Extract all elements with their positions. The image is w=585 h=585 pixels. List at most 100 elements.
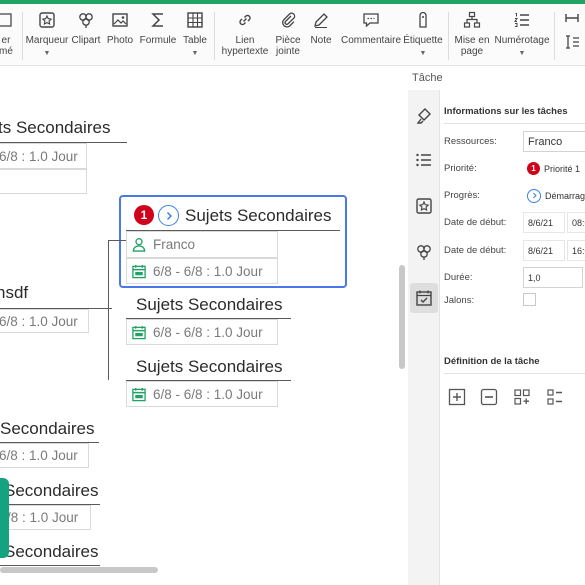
info-text: Franco [153, 237, 196, 252]
divider [554, 12, 555, 60]
ribbon-label: Photo [106, 35, 134, 46]
field-value: 1,0 [528, 272, 541, 283]
formula-button[interactable]: Formule [138, 8, 178, 64]
clipart-tab[interactable] [412, 240, 436, 264]
tag-icon [419, 11, 427, 28]
numbering-button[interactable]: Numérotage ▼ [494, 8, 550, 64]
topic-label[interactable]: Sujets Secondaires [136, 295, 282, 315]
task-list-button[interactable] [545, 387, 565, 407]
table-icon [187, 12, 203, 28]
progress-select[interactable]: Démarrag [523, 185, 585, 206]
topic-label[interactable]: Secondaires [4, 542, 99, 562]
mindmap-app: er mé Marqueur ▼ Clipart Photo Formule T… [0, 0, 585, 585]
list-box-icon [547, 389, 562, 405]
list-icon [416, 153, 431, 167]
clipart-button[interactable]: Clipart [70, 8, 102, 64]
hyperlink-button[interactable]: Lien hypertexte [218, 8, 272, 64]
task-date-info[interactable]: 6/8 - 6/8 : 1.0 Jour [126, 381, 278, 407]
ribbon-label: Table [183, 35, 207, 46]
grid-plus-icon [514, 389, 530, 405]
task-info-blank [0, 169, 87, 194]
task-tab[interactable] [410, 283, 438, 313]
sigma-icon [151, 13, 163, 27]
attachment-button[interactable]: Pièce jointe [272, 8, 304, 64]
field-value: 8/6/21 [528, 217, 554, 228]
partial-icon [0, 13, 12, 27]
ribbon-partial-button[interactable]: er mé [0, 8, 18, 64]
task-date-info[interactable]: 6/8 - 6/8 : 1.0 Jour [126, 319, 278, 345]
progress-start-icon [527, 188, 541, 203]
end-date-field[interactable]: 8/6/21 [523, 240, 565, 261]
layout-button[interactable]: Mise en page [452, 8, 492, 64]
task-date-info[interactable]: 6/8 : 1.0 Jour [0, 443, 89, 468]
outline-tab[interactable] [412, 148, 436, 172]
info-text: 6/8 : 1.0 Jour [0, 448, 78, 463]
numbered-list-icon [514, 13, 529, 27]
clipart-icon [79, 13, 93, 28]
topic-label[interactable]: ts Secondaires [0, 118, 110, 138]
marker-button[interactable]: Marqueur ▼ [24, 8, 70, 64]
ribbon-label: Lien hypertexte [221, 35, 269, 57]
topic-label[interactable]: Secondaires [0, 419, 95, 439]
ribbon-label: Mise en page [454, 35, 490, 57]
photo-button[interactable]: Photo [104, 8, 136, 64]
add-task-button[interactable] [447, 387, 467, 407]
chevron-down-icon: ▼ [518, 50, 526, 57]
topic-label[interactable]: nsdf [0, 283, 28, 303]
pen-icon [314, 13, 328, 28]
task-date-info[interactable]: /8 : 1.0 Jour [2, 505, 91, 530]
task-date-info[interactable]: 6/8 - 6/8 : 1.0 Jour [126, 258, 278, 284]
start-date-field[interactable]: 8/6/21 [523, 212, 565, 233]
divider [444, 373, 585, 374]
side-handle[interactable] [0, 478, 9, 558]
field-value: Franco [528, 135, 563, 148]
ribbon-extra-button[interactable] [558, 8, 585, 64]
field-value: 8/6/21 [528, 245, 554, 256]
resource-info[interactable]: Franco [126, 231, 278, 258]
remove-task-button[interactable] [479, 387, 499, 407]
chevron-down-icon: ▼ [43, 50, 51, 57]
field-value: 08:0 [572, 217, 585, 228]
note-button[interactable]: Note [306, 8, 336, 64]
topic-label[interactable]: Secondaires [4, 481, 99, 501]
branch-connector [108, 318, 109, 380]
branch-link [108, 240, 126, 241]
topic-label[interactable]: Sujets Secondaires [185, 206, 331, 226]
milestone-checkbox[interactable] [523, 293, 536, 306]
marker-icon [39, 12, 55, 28]
duration-field[interactable]: 1,0 [523, 267, 583, 288]
resources-field[interactable]: Franco [523, 131, 585, 152]
label-button[interactable]: Étiquette ▼ [402, 8, 444, 64]
priority-select[interactable]: 1 Priorité 1 [523, 158, 585, 179]
format-tab[interactable] [412, 104, 436, 128]
chevron-down-icon: ▼ [191, 50, 199, 57]
marker-tab[interactable] [412, 194, 436, 218]
ribbon-label: Commentaire [340, 35, 402, 46]
info-text: 6/8 : 1.0 Jour [0, 313, 78, 329]
progress-icon[interactable] [158, 205, 179, 226]
end-time-field[interactable]: 16:0 [567, 240, 585, 261]
start-time-field[interactable]: 08:0 [567, 212, 585, 233]
divider [444, 123, 585, 124]
calendar-icon [132, 264, 146, 278]
add-subtask-button[interactable] [512, 387, 532, 407]
milestone-label: Jalons: [444, 295, 475, 306]
task-date-info[interactable]: 6/8 : 1.0 Jour [0, 309, 89, 333]
table-button[interactable]: Table ▼ [180, 8, 210, 64]
priority-number: 1 [140, 208, 148, 222]
field-value: Priorité 1 [544, 163, 581, 174]
comment-button[interactable]: Commentaire [340, 8, 402, 64]
start-date-label: Date de début: [444, 217, 507, 228]
align-icon [565, 35, 579, 49]
end-date-label: Date de début: [444, 245, 507, 256]
spacing-icon [564, 14, 579, 22]
ribbon-toolbar: er mé Marqueur ▼ Clipart Photo Formule T… [0, 4, 585, 66]
topic-label[interactable]: Sujets Secondaires [136, 357, 282, 377]
task-date-info[interactable]: 6/8 : 1.0 Jour [0, 143, 87, 169]
topic-underline [0, 565, 100, 566]
vertical-scrollbar[interactable] [399, 265, 405, 369]
ribbon-label: Formule [139, 35, 177, 46]
panel-icon-bar [408, 90, 440, 585]
horizontal-scrollbar[interactable] [0, 567, 158, 573]
priority-badge[interactable]: 1 [134, 205, 154, 225]
